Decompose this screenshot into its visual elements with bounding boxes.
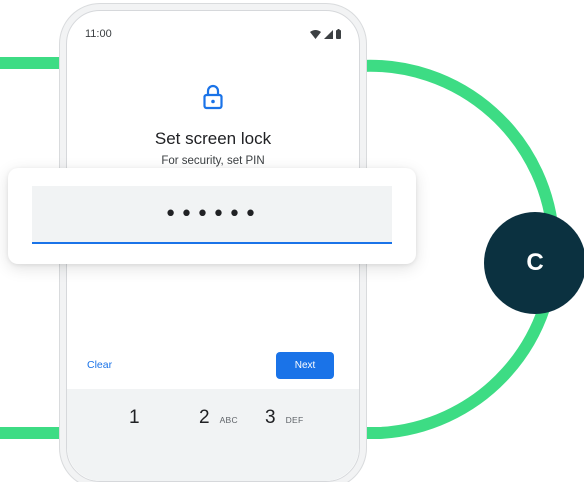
next-button[interactable]: Next <box>276 352 334 379</box>
status-time: 11:00 <box>85 28 112 40</box>
pin-entry-card: •••••• <box>8 168 416 264</box>
keypad-key-3[interactable]: 3 DEF <box>265 407 303 429</box>
lock-icon <box>203 84 223 110</box>
wifi-icon <box>310 29 321 39</box>
battery-icon <box>336 29 341 39</box>
status-icons <box>310 29 341 39</box>
numeric-keypad: 1 2 ABC 3 DEF <box>67 389 359 481</box>
key-number: 2 <box>199 407 210 428</box>
key-number: 3 <box>265 407 276 428</box>
screen-subtitle: For security, set PIN <box>161 155 265 167</box>
keypad-key-1[interactable]: 1 <box>129 407 150 429</box>
status-bar: 11:00 <box>85 25 341 43</box>
keypad-key-2[interactable]: 2 ABC <box>199 407 238 429</box>
key-number: 1 <box>129 407 140 428</box>
pin-input[interactable]: •••••• <box>32 186 392 244</box>
screen-title: Set screen lock <box>154 129 272 148</box>
clear-button[interactable]: Clear <box>87 359 112 371</box>
step-badge: C <box>484 212 584 314</box>
signal-icon <box>324 29 333 39</box>
illustration-scene: 11:00 Set screen lock For security, set … <box>0 0 584 482</box>
key-letters: DEF <box>285 415 304 425</box>
key-letters: ABC <box>219 415 238 425</box>
